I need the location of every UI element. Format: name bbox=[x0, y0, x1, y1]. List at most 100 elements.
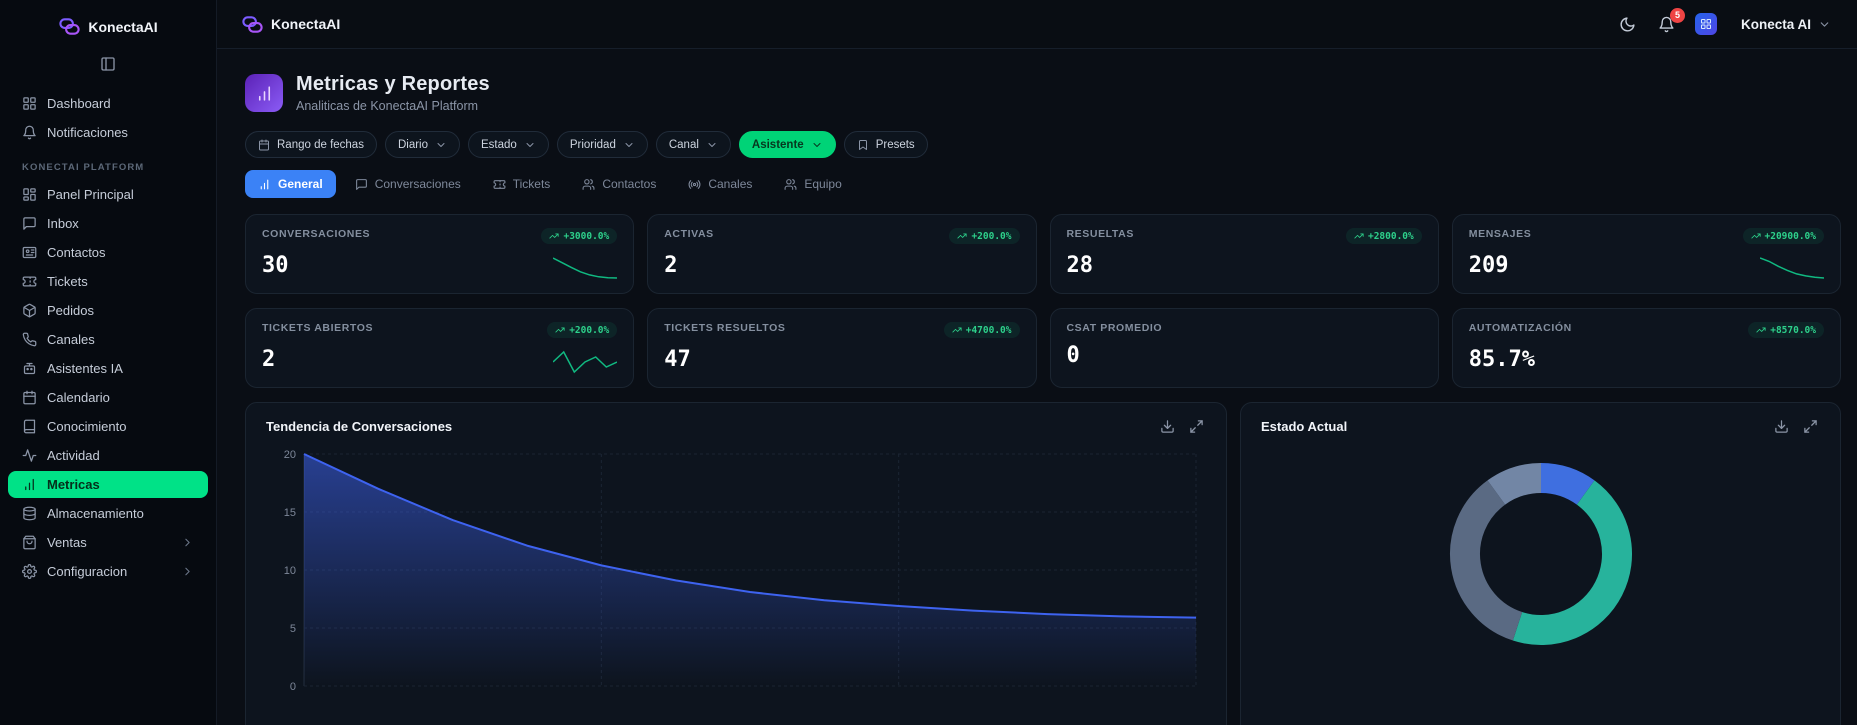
stat-label: CONVERSACIONES bbox=[262, 228, 371, 240]
sidebar-item-actividad[interactable]: Actividad bbox=[8, 442, 208, 469]
trend-up-icon bbox=[1354, 233, 1364, 239]
chevron-right-icon bbox=[185, 538, 190, 547]
expand-icon bbox=[1804, 420, 1817, 433]
stat-card-activas: ACTIVAS +200.0% 2 bbox=[647, 214, 1037, 294]
sidebar-item-label: Pedidos bbox=[47, 303, 94, 318]
filter-canal[interactable]: Canal bbox=[655, 131, 731, 158]
sidebar-logo: KonectaAI bbox=[0, 0, 216, 44]
filter-bar: Rango de fechas Diario Estado Prioridad Cana… bbox=[245, 131, 1841, 158]
sidebar-item-contactos[interactable]: Contactos bbox=[8, 239, 208, 266]
tab-equipo[interactable]: Equipo bbox=[771, 170, 854, 198]
sidebar-item-metricas[interactable]: Metricas bbox=[8, 471, 208, 498]
page-subtitle: Analiticas de KonectaAI Platform bbox=[296, 99, 479, 113]
filter-label: Diario bbox=[397, 138, 428, 151]
filter-rango-de-fechas[interactable]: Rango de fechas bbox=[245, 131, 377, 158]
phone-icon bbox=[22, 332, 37, 347]
sidebar-item-conocimiento[interactable]: Conocimiento bbox=[8, 413, 208, 440]
tab-conversaciones[interactable]: Conversaciones bbox=[342, 170, 474, 198]
sidebar-collapse-button[interactable] bbox=[96, 52, 120, 76]
stat-value: 47 bbox=[664, 347, 691, 372]
sidebar-item-configuracion[interactable]: Configuracion bbox=[8, 558, 208, 585]
tab-canales[interactable]: Canales bbox=[675, 170, 765, 198]
trend-up-icon bbox=[1750, 233, 1761, 239]
stat-change-badge: +200.0% bbox=[547, 322, 618, 338]
account-menu-button[interactable]: Konecta AI bbox=[1735, 16, 1837, 33]
sidebar-item-label: Conocimiento bbox=[47, 419, 127, 434]
konectaai-logo-icon bbox=[241, 13, 264, 36]
line-chart-title: Tendencia de Conversaciones bbox=[266, 419, 453, 434]
tab-general[interactable]: General bbox=[245, 170, 336, 198]
stat-label: TICKETS RESUELTOS bbox=[664, 322, 786, 334]
stat-label: ACTIVAS bbox=[664, 228, 714, 240]
sidebar-item-canales[interactable]: Canales bbox=[8, 326, 208, 353]
filter-asistente[interactable]: Asistente bbox=[738, 131, 836, 158]
stat-label: CSAT PROMEDIO bbox=[1066, 322, 1163, 334]
signal-icon bbox=[688, 179, 701, 189]
sidebar-item-label: Dashboard bbox=[47, 96, 111, 111]
expand-icon bbox=[1190, 420, 1203, 433]
filter-diario[interactable]: Diario bbox=[384, 131, 460, 158]
topbar-logo-text: KonectaAI bbox=[271, 16, 341, 32]
bell-icon bbox=[23, 125, 36, 140]
stat-change-value: +4700.0% bbox=[965, 324, 1012, 336]
stat-label: MENSAJES bbox=[1468, 228, 1532, 240]
sidebar-item-panel-principal[interactable]: Panel Principal bbox=[8, 181, 208, 208]
tab-tickets[interactable]: Tickets bbox=[480, 170, 564, 198]
message-icon bbox=[355, 178, 367, 190]
sparkline bbox=[553, 257, 618, 279]
theme-toggle-button[interactable] bbox=[1617, 14, 1638, 35]
download-icon bbox=[1775, 420, 1788, 433]
topbar-logo: KonectaAI bbox=[241, 13, 340, 36]
layout-icon bbox=[23, 188, 36, 201]
donut-chart-area bbox=[1261, 448, 1820, 660]
sidebar-item-almacenamiento[interactable]: Almacenamiento bbox=[8, 500, 208, 527]
stat-card-automatizacion: AUTOMATIZACIÓN +8570.0% 85.7% bbox=[1451, 308, 1841, 388]
users-icon bbox=[784, 178, 797, 190]
stat-change-value: +3000.0% bbox=[563, 230, 610, 242]
donut-segmento-azul-grisaceo bbox=[1487, 463, 1542, 506]
ticket-icon bbox=[22, 276, 37, 287]
grid-icon bbox=[23, 97, 36, 110]
sidebar: KonectaAI Dashboard Notificaciones KONECT… bbox=[0, 0, 217, 725]
sidebar-item-calendario[interactable]: Calendario bbox=[8, 384, 208, 411]
download-icon bbox=[1161, 420, 1174, 433]
sidebar-item-notificaciones[interactable]: Notificaciones bbox=[8, 119, 208, 146]
filter-prioridad[interactable]: Prioridad bbox=[556, 131, 648, 158]
stats-grid: CONVERSACIONES +3000.0% 30 ACTIVAS +200.0% 2 R… bbox=[245, 214, 1841, 388]
stat-card-tickets-abiertos: TICKETS ABIERTOS +200.0% 2 bbox=[245, 308, 635, 388]
sidebar-item-dashboard[interactable]: Dashboard bbox=[8, 90, 208, 117]
sidebar-main-nav: Panel Principal Inbox Contactos Tickets Pedi… bbox=[0, 179, 216, 587]
stat-change-badge: +3000.0% bbox=[541, 228, 618, 244]
grid-icon bbox=[1700, 19, 1711, 29]
bar-chart-icon bbox=[25, 478, 34, 491]
sidebar-item-ventas[interactable]: Ventas bbox=[8, 529, 208, 556]
stat-change-value: +200.0% bbox=[569, 324, 610, 336]
tab-contactos[interactable]: Contactos bbox=[569, 170, 669, 198]
stat-change-badge: +20900.0% bbox=[1742, 228, 1824, 244]
stat-change-value: +200.0% bbox=[971, 230, 1012, 242]
stat-change-badge: +2800.0% bbox=[1345, 228, 1422, 244]
donut-segmento-verde-azulado bbox=[1512, 480, 1632, 645]
konectaai-logo-glyph bbox=[242, 15, 263, 33]
filter-estado[interactable]: Estado bbox=[468, 131, 549, 158]
filter-label: Rango de fechas bbox=[277, 138, 364, 151]
sidebar-item-label: Inbox bbox=[47, 216, 79, 231]
download-button[interactable] bbox=[1158, 417, 1177, 436]
sidebar-item-asistentes-ia[interactable]: Asistentes IA bbox=[8, 355, 208, 382]
bot-icon bbox=[23, 362, 36, 375]
sidebar-item-inbox[interactable]: Inbox bbox=[8, 210, 208, 237]
konectaai-logo-icon bbox=[58, 15, 81, 38]
expand-button[interactable] bbox=[1187, 417, 1206, 436]
filter-label: Canal bbox=[668, 138, 699, 151]
download-button[interactable] bbox=[1772, 417, 1791, 436]
expand-button[interactable] bbox=[1801, 417, 1820, 436]
notifications-button[interactable]: 5 bbox=[1656, 7, 1685, 35]
workspace-icon[interactable] bbox=[1694, 13, 1717, 35]
filter-presets[interactable]: Presets bbox=[843, 131, 928, 158]
chevron-down-icon bbox=[526, 142, 534, 147]
sidebar-item-tickets[interactable]: Tickets bbox=[8, 268, 208, 295]
line-chart: 0 5 10 15 20 bbox=[284, 449, 1197, 693]
sidebar-item-pedidos[interactable]: Pedidos bbox=[8, 297, 208, 324]
trend-up-icon bbox=[1756, 327, 1766, 333]
sparkline bbox=[1760, 257, 1824, 279]
